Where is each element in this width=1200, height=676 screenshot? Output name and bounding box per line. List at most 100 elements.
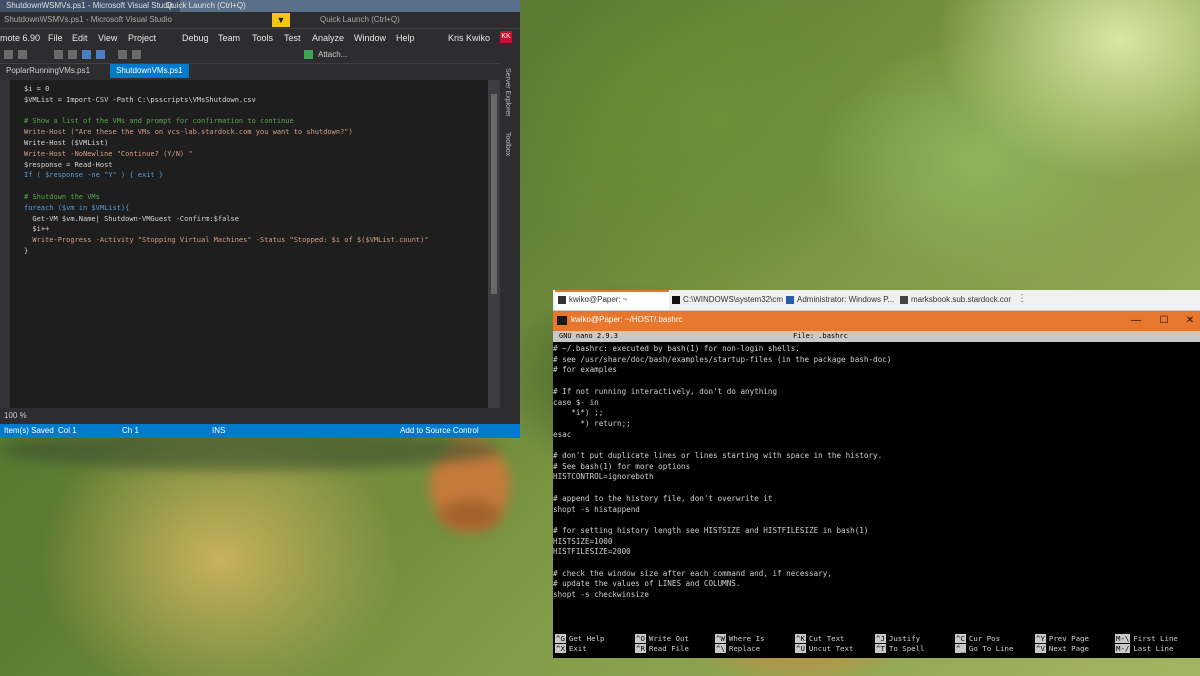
menu-item-tools[interactable]: Tools [252, 33, 273, 43]
code-line[interactable]: $i++ [24, 224, 429, 235]
new-project-icon[interactable] [54, 50, 63, 59]
nano-line[interactable]: *) return;; [553, 419, 1200, 430]
code-editor[interactable]: $i = 0 $VMList = Import-CSV -Path C:\pssc… [10, 80, 488, 408]
start-debug-icon[interactable] [304, 50, 313, 59]
nano-line[interactable]: # See bash(1) for more options [553, 462, 1200, 473]
nano-line[interactable]: shopt -s histappend [553, 505, 1200, 516]
terminal-tab-label: marksbook.sub.stardock.com [911, 295, 1011, 304]
code-line[interactable]: Write-Host ("Are these the VMs on vcs-la… [24, 127, 429, 138]
nano-line[interactable]: HISTFILESIZE=2000 [553, 547, 1200, 558]
menu-item-debug[interactable]: Debug [182, 33, 209, 43]
vs-window-tab[interactable]: Quick Launch (Ctrl+Q) [160, 0, 252, 12]
nano-shortcut: ^W Where Is ^\ Replace [715, 634, 795, 654]
user-avatar[interactable]: KK [500, 31, 512, 43]
toolbox-tab[interactable]: Toolbox [504, 132, 511, 156]
nano-line[interactable]: # append to the history file, don't over… [553, 494, 1200, 505]
nano-line[interactable]: # see /usr/share/doc/bash/examples/start… [553, 355, 1200, 366]
shortcut-key: ^V [1035, 644, 1046, 653]
filter-icon[interactable]: ▼ [272, 13, 290, 27]
terminal-tab-active[interactable]: kwiko@Paper: ~ [555, 290, 669, 310]
nano-line[interactable] [553, 376, 1200, 387]
menu-item[interactable]: mote 6.90 [0, 33, 40, 43]
code-line[interactable]: $response = Read-Host [24, 160, 429, 171]
side-tool-rail: Server Explorer Toolbox [500, 62, 520, 424]
code-line[interactable]: $i = 0 [24, 84, 429, 95]
doc-tab-active[interactable]: ShutdownVMs.ps1 [110, 64, 189, 78]
server-explorer-tab[interactable]: Server Explorer [504, 68, 511, 117]
redo-icon[interactable] [132, 50, 141, 59]
terminal-tab[interactable]: marksbook.sub.stardock.com [897, 292, 1011, 308]
nano-line[interactable]: esac [553, 430, 1200, 441]
code-line[interactable]: # Show a list of the VMs and prompt for … [24, 116, 429, 127]
terminal-tab[interactable]: C:\WINDOWS\system32\cmd.exe [669, 292, 783, 308]
menu-item-team[interactable]: Team [218, 33, 240, 43]
save-icon[interactable] [82, 50, 91, 59]
code-line[interactable] [24, 181, 429, 192]
forward-icon[interactable] [18, 50, 27, 59]
undo-icon[interactable] [118, 50, 127, 59]
code-line[interactable]: Write-Progress -Activity "Stopping Virtu… [24, 235, 428, 246]
code-line[interactable]: Get-VM $vm.Name| Shutdown-VMGuest -Confi… [24, 214, 429, 225]
code-line[interactable]: } [24, 246, 429, 257]
wallpaper-flower-petal [440, 500, 500, 530]
nano-line[interactable]: HISTSIZE=1000 [553, 537, 1200, 548]
doc-tab[interactable]: PoplarRunningVMs.ps1 [0, 64, 96, 78]
minimize-icon[interactable]: — [1129, 314, 1143, 328]
nano-line[interactable]: # If not running interactively, don't do… [553, 387, 1200, 398]
close-icon[interactable]: ✕ [1183, 314, 1197, 328]
save-all-icon[interactable] [96, 50, 105, 59]
user-name[interactable]: Kris Kwiko [448, 33, 490, 43]
nano-line[interactable]: case $- in [553, 398, 1200, 409]
nano-line[interactable]: HISTCONTROL=ignoreboth [553, 472, 1200, 483]
zoom-level[interactable]: 100 % [4, 411, 27, 420]
nano-line[interactable]: # for examples [553, 365, 1200, 376]
vs-title-bar: ShutdownWSMVs.ps1 - Microsoft Visual Stu… [0, 12, 520, 29]
nano-line[interactable]: # check the window size after each comma… [553, 569, 1200, 580]
code-line[interactable]: Write-Host -NoNewline "Continue? (Y/N) " [24, 149, 429, 160]
scroll-thumb[interactable] [491, 94, 497, 294]
back-icon[interactable] [4, 50, 13, 59]
code-line[interactable]: $VMList = Import-CSV -Path C:\psscripts\… [24, 95, 429, 106]
nano-line[interactable]: shopt -s checkwinsize [553, 590, 1200, 601]
nano-line[interactable] [553, 440, 1200, 451]
horizontal-scrollbar[interactable]: 100 % [0, 408, 500, 424]
code-line[interactable]: # Shutdown the VMs [24, 192, 429, 203]
shortcut-label: Exit [568, 644, 587, 653]
attach-button[interactable]: Attach... [318, 50, 347, 59]
nano-line[interactable]: *i*) ;; [553, 408, 1200, 419]
code-line[interactable]: If ( $response -ne "Y" ) { exit } [24, 170, 429, 181]
nano-line[interactable]: # for setting history length see HISTSIZ… [553, 526, 1200, 537]
terminal-tab[interactable]: Administrator: Windows P... [783, 292, 897, 308]
nano-line[interactable] [553, 483, 1200, 494]
new-tab-icon[interactable]: ⋮ [1017, 293, 1027, 304]
open-icon[interactable] [68, 50, 77, 59]
nano-line[interactable]: # update the values of LINES and COLUMNS… [553, 579, 1200, 590]
shortcut-key: ^_ [955, 644, 966, 653]
menu-item-view[interactable]: View [98, 33, 117, 43]
code-line[interactable]: foreach ($vm in $VMList){ [24, 203, 429, 214]
vs-window-tab[interactable]: ShutdownWSMVs.ps1 - Microsoft Visual Stu… [0, 0, 180, 12]
nano-editor-text[interactable]: # ~/.bashrc: executed by bash(1) for non… [553, 344, 1200, 628]
shortcut-label: Where Is [728, 634, 765, 643]
menu-item-file[interactable]: File [48, 33, 63, 43]
code-line[interactable]: Write-Host ($VMList) [24, 138, 429, 149]
status-message: Item(s) Saved [4, 426, 54, 435]
menu-item-edit[interactable]: Edit [72, 33, 88, 43]
nano-line[interactable] [553, 515, 1200, 526]
vertical-scrollbar[interactable] [488, 80, 500, 408]
menu-item-analyze[interactable]: Analyze [312, 33, 344, 43]
code-text[interactable]: $i = 0 $VMList = Import-CSV -Path C:\pssc… [24, 84, 429, 257]
shortcut-key: ^R [635, 644, 646, 653]
code-line[interactable] [24, 106, 429, 117]
nano-line[interactable] [553, 558, 1200, 569]
menu-item-window[interactable]: Window [354, 33, 386, 43]
nano-line[interactable]: # ~/.bashrc: executed by bash(1) for non… [553, 344, 1200, 355]
menu-item-help[interactable]: Help [396, 33, 415, 43]
nano-line[interactable]: # don't put duplicate lines or lines sta… [553, 451, 1200, 462]
menu-item-project[interactable]: Project [128, 33, 156, 43]
quick-launch-input[interactable]: Quick Launch (Ctrl+Q) [320, 15, 400, 24]
shortcut-label: Replace [728, 644, 761, 653]
maximize-icon[interactable]: ☐ [1157, 314, 1171, 328]
add-to-source-control-button[interactable]: Add to Source Control [400, 426, 479, 435]
menu-item-test[interactable]: Test [284, 33, 301, 43]
